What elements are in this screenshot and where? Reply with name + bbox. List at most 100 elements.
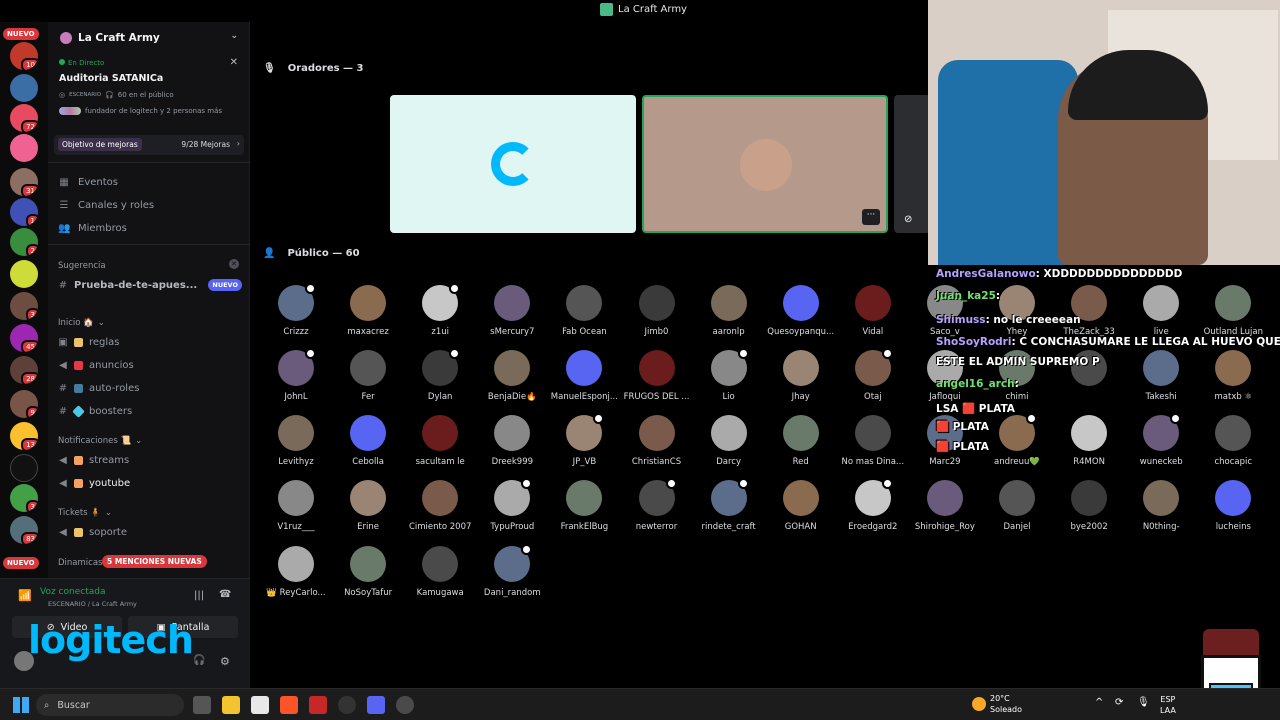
category-notificaciones[interactable]: Notificaciones 📜 ⌄ bbox=[58, 436, 142, 446]
audience-member[interactable]: FrankElBug bbox=[548, 480, 620, 532]
audience-member[interactable]: Jhay bbox=[765, 350, 837, 402]
audience-member[interactable]: Jimb0 bbox=[621, 285, 693, 337]
speaker-tile[interactable] bbox=[390, 95, 636, 233]
store-icon[interactable] bbox=[251, 696, 269, 714]
audience-member[interactable]: Quesoypanqu... bbox=[765, 285, 837, 337]
file-explorer-icon[interactable] bbox=[222, 696, 240, 714]
category-tickets[interactable]: Tickets 🧍 ⌄ bbox=[58, 508, 112, 518]
noise-suppression-icon[interactable]: ||| bbox=[194, 590, 204, 601]
server-icon[interactable]: 3 bbox=[10, 292, 38, 320]
audience-member[interactable]: sacultam le bbox=[404, 415, 476, 467]
channel-soporte[interactable]: ◀ soporte bbox=[58, 522, 242, 542]
audience-member[interactable]: rindete_craft bbox=[693, 478, 765, 532]
server-icon[interactable]: 3 bbox=[10, 484, 38, 512]
chevron-up-icon[interactable]: ^ bbox=[1095, 697, 1103, 708]
server-icon[interactable]: 1 bbox=[10, 198, 38, 226]
audience-member[interactable]: Otaj bbox=[837, 348, 909, 402]
discord-taskbar-icon[interactable] bbox=[367, 696, 385, 714]
taskbar-search[interactable]: ⌕ Buscar bbox=[36, 694, 184, 716]
audience-member[interactable]: Danjel bbox=[981, 480, 1053, 532]
live-stage-card[interactable]: En Directo ✕ Auditoria SATANICa ◎ ESCENA… bbox=[54, 54, 244, 124]
audience-member[interactable]: Dani_random bbox=[476, 544, 548, 598]
audience-member[interactable]: Shirohige_Roy bbox=[909, 480, 981, 532]
channel-youtube[interactable]: ◀ youtube bbox=[58, 473, 242, 493]
audience-member[interactable]: Red bbox=[765, 415, 837, 467]
weather-widget[interactable]: 20°C Soleado bbox=[990, 693, 1022, 715]
audience-member[interactable]: Eroedgard2 bbox=[837, 478, 909, 532]
speaker-tile[interactable]: ⊘ bbox=[894, 95, 930, 233]
audience-member[interactable]: Erine bbox=[332, 480, 404, 532]
audience-member[interactable]: Cimiento 2007 bbox=[404, 480, 476, 532]
server-icon[interactable] bbox=[10, 454, 38, 482]
nav-channels-roles[interactable]: ☰ Canales y roles bbox=[58, 195, 238, 215]
disconnect-icon[interactable]: ☎ bbox=[219, 589, 231, 600]
app-icon[interactable] bbox=[309, 696, 327, 714]
task-view-icon[interactable] bbox=[193, 696, 211, 714]
category-dinamicas[interactable]: Dinamicas bbox=[58, 558, 102, 568]
audience-member[interactable]: Lio bbox=[693, 348, 765, 402]
audience-member[interactable]: NoSoyTafur bbox=[332, 546, 404, 598]
channel-auto-roles[interactable]: # auto-roles bbox=[58, 378, 242, 398]
close-circle-icon[interactable]: ✕ bbox=[229, 259, 239, 269]
brave-browser-icon[interactable] bbox=[280, 696, 298, 714]
audience-member[interactable]: JP_VB bbox=[548, 413, 620, 467]
audience-member[interactable]: V1ruz___ bbox=[260, 480, 332, 532]
nav-members[interactable]: 👥 Miembros bbox=[58, 218, 238, 238]
audience-member[interactable]: bye2002 bbox=[1053, 480, 1125, 532]
server-icon[interactable]: 9 bbox=[10, 390, 38, 418]
audience-member[interactable]: GOHAN bbox=[765, 480, 837, 532]
audience-member[interactable]: Levithyz bbox=[260, 415, 332, 467]
category-inicio[interactable]: Inicio 🏠 ⌄ bbox=[58, 318, 105, 328]
audience-member[interactable]: Cebolla bbox=[332, 415, 404, 467]
channel-anuncios[interactable]: ◀ anuncios bbox=[58, 355, 242, 375]
boost-goal-bar[interactable]: Objetivo de mejoras 9/28 Mejoras › bbox=[54, 135, 244, 155]
settings-icon[interactable]: ⚙ bbox=[220, 655, 230, 668]
channel-suggestion[interactable]: # Prueba-de-te-apues... NUEVO bbox=[58, 275, 242, 295]
server-icon[interactable]: 10 bbox=[10, 42, 38, 70]
audience-member[interactable]: maxacrez bbox=[332, 285, 404, 337]
audience-member[interactable]: Vidal bbox=[837, 285, 909, 337]
audience-member[interactable]: Fab Ocean bbox=[548, 285, 620, 337]
app-icon[interactable] bbox=[338, 696, 356, 714]
language-indicator[interactable]: ESP LAA bbox=[1160, 694, 1176, 716]
server-icon[interactable]: 2 bbox=[10, 228, 38, 256]
audience-member[interactable]: lucheins bbox=[1197, 480, 1269, 532]
audience-member[interactable]: JohnL bbox=[260, 348, 332, 402]
server-icon[interactable]: 45 bbox=[10, 324, 38, 352]
audience-member[interactable]: ChristianCS bbox=[621, 415, 693, 467]
server-icon[interactable]: 31 bbox=[10, 168, 38, 196]
windows-start-icon[interactable] bbox=[13, 697, 29, 713]
headphones-icon[interactable]: 🎧 bbox=[193, 655, 205, 666]
audience-member[interactable]: ManuelEsponj... bbox=[548, 350, 620, 402]
audience-member[interactable]: Darcy bbox=[693, 415, 765, 467]
channel-reglas[interactable]: ▣ reglas bbox=[58, 332, 242, 352]
audience-member[interactable]: N0thing- bbox=[1125, 480, 1197, 532]
server-icon[interactable]: 13 bbox=[10, 422, 38, 450]
audience-member[interactable]: TypuProud bbox=[476, 478, 548, 532]
audience-member[interactable]: 👑 ReyCarlo... bbox=[260, 546, 332, 598]
server-icon[interactable]: 28 bbox=[10, 356, 38, 384]
channel-streams[interactable]: ◀ streams bbox=[58, 450, 242, 470]
server-icon[interactable]: 72 bbox=[10, 104, 38, 132]
server-icon[interactable] bbox=[10, 134, 38, 162]
audience-member[interactable]: Fer bbox=[332, 350, 404, 402]
close-icon[interactable]: ✕ bbox=[230, 57, 238, 68]
audience-member[interactable]: Kamugawa bbox=[404, 546, 476, 598]
channel-boosters[interactable]: # boosters bbox=[58, 401, 242, 421]
audience-member[interactable]: Crizzz bbox=[260, 283, 332, 337]
nav-events[interactable]: ▦ Eventos bbox=[58, 172, 238, 192]
audience-member[interactable]: sMercury7 bbox=[476, 285, 548, 337]
server-icon[interactable]: 83 bbox=[10, 516, 38, 544]
audience-member[interactable]: z1ui bbox=[404, 283, 476, 337]
audience-member[interactable]: aaronlp bbox=[693, 285, 765, 337]
voice-status[interactable]: Voz conectada bbox=[40, 587, 105, 597]
audience-member[interactable]: BenjaDie🔥 bbox=[476, 350, 548, 402]
server-icon[interactable] bbox=[10, 260, 38, 288]
server-header[interactable]: La Craft Army ⌄ bbox=[60, 30, 240, 46]
network-icon[interactable]: ⟳ bbox=[1115, 697, 1123, 708]
new-mentions-badge[interactable]: 5 MENCIONES NUEVAS bbox=[102, 555, 207, 568]
server-icon[interactable] bbox=[10, 74, 38, 102]
more-options-button[interactable]: ··· bbox=[862, 209, 880, 225]
audience-member[interactable]: Dreek999 bbox=[476, 415, 548, 467]
audience-member[interactable]: newterror bbox=[621, 478, 693, 532]
